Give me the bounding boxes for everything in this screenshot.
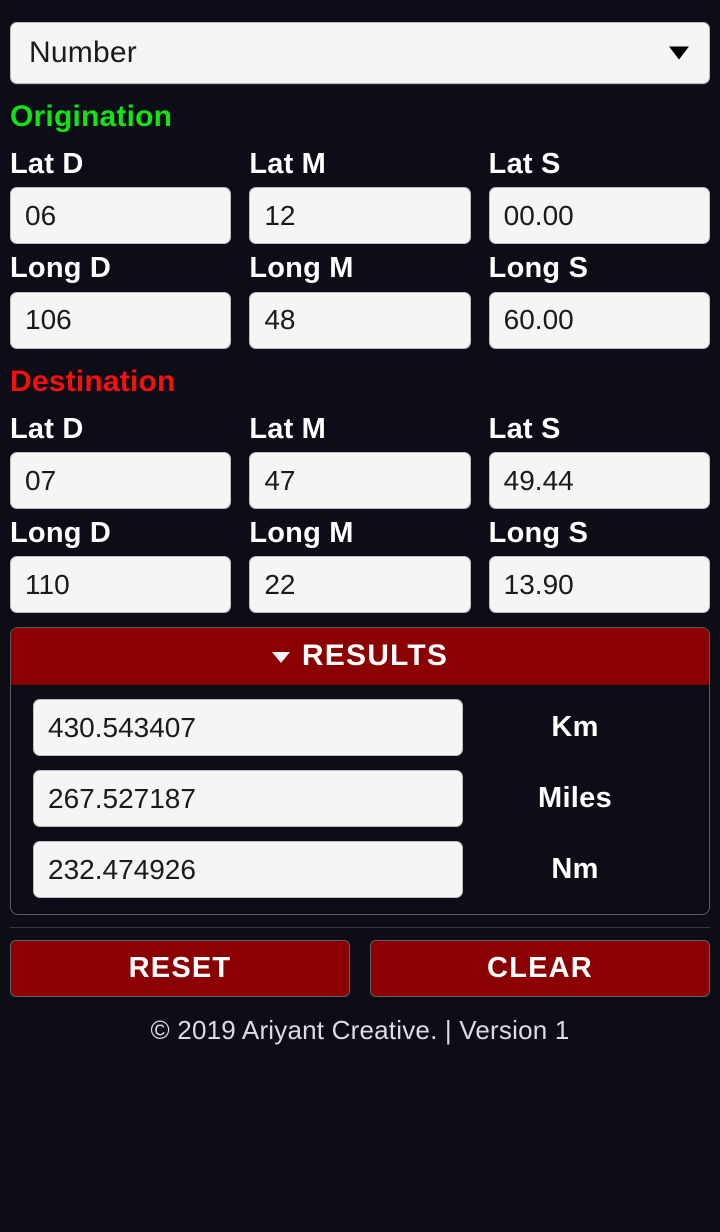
output-distance-nm[interactable]: 232.474926 — [33, 841, 463, 899]
destination-lat-field-row: 07 47 49.44 — [10, 452, 710, 510]
label-destination-long-d: Long D — [10, 517, 112, 550]
output-distance-miles[interactable]: 267.527187 — [33, 770, 463, 828]
destination-lat-label-row: Lat D Lat M Lat S — [10, 413, 710, 446]
output-distance-km[interactable]: 430.543407 — [33, 699, 463, 757]
label-destination-lat-s: Lat S — [488, 412, 561, 445]
unit-label-miles: Miles — [537, 782, 613, 815]
result-row: 232.474926 Nm — [11, 841, 709, 899]
results-panel: RESULTS 430.543407 Km 267.527187 Miles 2… — [10, 627, 710, 916]
input-destination-long-d[interactable]: 110 — [10, 556, 232, 614]
input-origination-lat-m[interactable]: 12 — [249, 187, 471, 245]
label-origination-lat-m: Lat M — [249, 148, 327, 180]
results-header-toggle[interactable]: RESULTS — [11, 628, 709, 686]
select-value: Number — [29, 36, 137, 69]
clear-button[interactable]: CLEAR — [370, 940, 710, 998]
input-destination-long-s[interactable]: 13.90 — [488, 556, 710, 614]
label-origination-lat-s: Lat S — [488, 148, 561, 180]
label-destination-lat-m: Lat M — [249, 412, 327, 445]
divider — [10, 927, 710, 929]
unit-label-nm: Nm — [551, 853, 599, 886]
label-destination-long-s: Long S — [488, 517, 589, 550]
input-destination-lat-s[interactable]: 49.44 — [488, 452, 710, 510]
input-destination-long-m[interactable]: 22 — [249, 556, 471, 614]
origination-long-label-row: Long D Long M Long S — [10, 252, 710, 285]
input-format-select[interactable]: Number — [10, 22, 710, 84]
input-origination-long-d[interactable]: 106 — [10, 291, 232, 349]
input-destination-lat-m[interactable]: 47 — [249, 452, 471, 510]
label-origination-long-s: Long S — [488, 252, 589, 285]
results-title: RESULTS — [301, 639, 449, 673]
result-row: 267.527187 Miles — [11, 770, 709, 828]
reset-button[interactable]: RESET — [10, 940, 350, 998]
label-origination-long-d: Long D — [10, 252, 112, 285]
label-destination-long-m: Long M — [249, 517, 354, 550]
label-origination-lat-d: Lat D — [10, 148, 84, 180]
input-origination-long-s[interactable]: 60.00 — [488, 291, 710, 349]
chevron-down-icon — [271, 652, 290, 664]
unit-label-km: Km — [551, 711, 599, 744]
input-destination-lat-d[interactable]: 07 — [10, 452, 232, 510]
app-root: Number Origination Lat D Lat M Lat S 06 … — [0, 0, 720, 1232]
label-destination-lat-d: Lat D — [10, 412, 84, 445]
input-origination-long-m[interactable]: 48 — [249, 291, 471, 349]
footer-copyright: © 2019 Ariyant Creative. | Version 1 — [150, 1015, 570, 1046]
destination-heading: Destination — [10, 364, 176, 398]
result-row: 430.543407 Km — [11, 699, 709, 757]
chevron-down-icon — [669, 46, 689, 60]
origination-lat-field-row: 06 12 00.00 — [10, 187, 710, 245]
destination-long-label-row: Long D Long M Long S — [10, 517, 710, 550]
input-origination-lat-s[interactable]: 00.00 — [488, 187, 710, 245]
results-body: 430.543407 Km 267.527187 Miles 232.47492… — [11, 685, 709, 914]
destination-long-field-row: 110 22 13.90 — [10, 556, 710, 614]
origination-heading: Origination — [10, 100, 173, 133]
origination-lat-label-row: Lat D Lat M Lat S — [10, 148, 710, 181]
origination-long-field-row: 106 48 60.00 — [10, 291, 710, 349]
label-origination-long-m: Long M — [249, 252, 354, 285]
action-bar: RESET CLEAR — [10, 940, 710, 998]
input-origination-lat-d[interactable]: 06 — [10, 187, 232, 245]
